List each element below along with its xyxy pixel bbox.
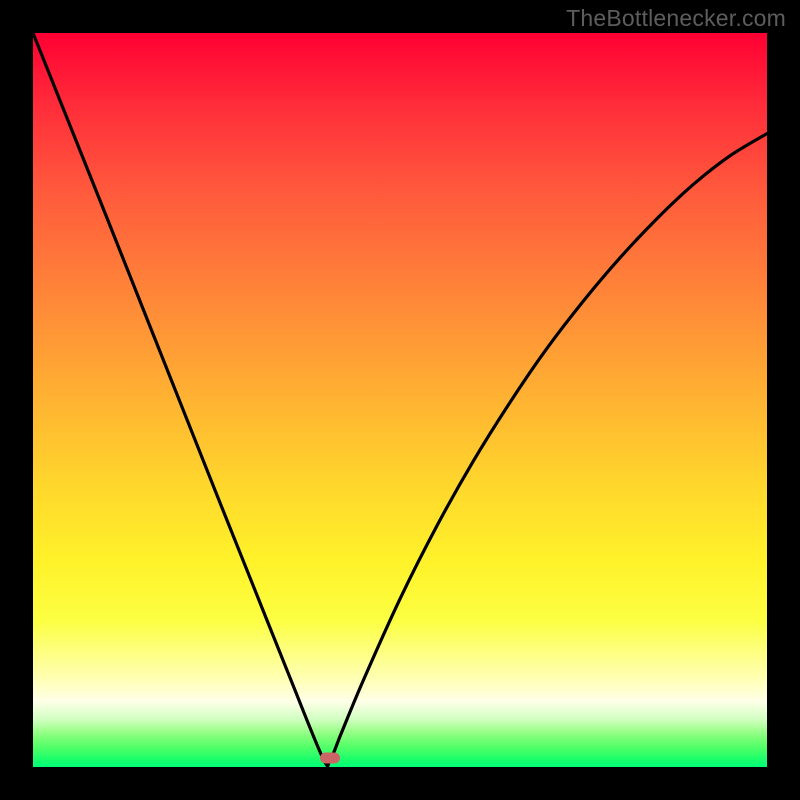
chart-frame: TheBottlenecker.com bbox=[0, 0, 800, 800]
optimal-point-marker bbox=[320, 753, 340, 764]
watermark-label: TheBottlenecker.com bbox=[566, 5, 786, 32]
bottleneck-curve bbox=[33, 33, 767, 767]
plot-area bbox=[33, 33, 767, 767]
